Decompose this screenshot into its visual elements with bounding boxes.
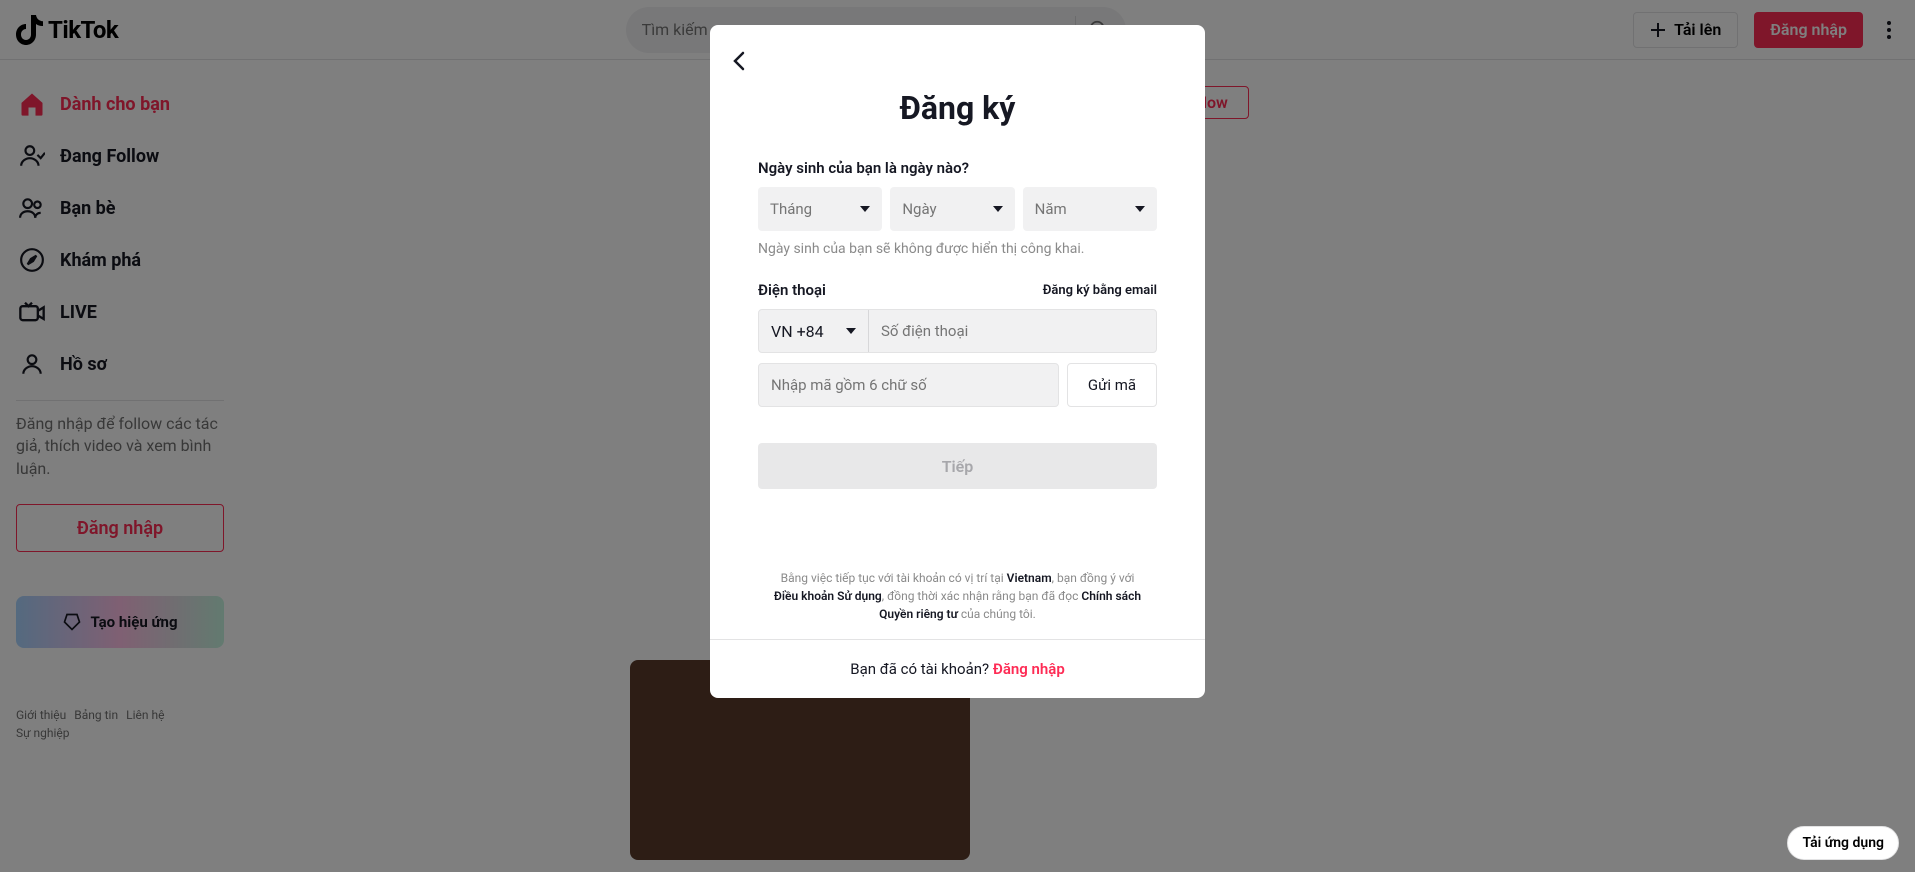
back-button[interactable]: [728, 49, 752, 73]
country-code-value: VN +84: [771, 322, 824, 341]
send-code-button[interactable]: Gửi mã: [1067, 363, 1157, 407]
chevron-left-icon: [728, 49, 752, 73]
dob-hint: Ngày sinh của bạn sẽ không được hiển thị…: [758, 241, 1157, 257]
modal-overlay[interactable]: Đăng ký Ngày sinh của bạn là ngày nào? T…: [0, 0, 1915, 872]
month-placeholder: Tháng: [770, 200, 812, 218]
signup-email-link[interactable]: Đăng ký bằng email: [1043, 283, 1157, 298]
footer-login-link[interactable]: Đăng nhập: [993, 660, 1065, 678]
next-button[interactable]: Tiếp: [758, 443, 1157, 489]
country-code-select[interactable]: VN +84: [759, 310, 869, 352]
modal-footer: Bạn đã có tài khoản? Đăng nhập: [710, 639, 1205, 698]
terms-link[interactable]: Điều khoản Sử dụng: [774, 589, 882, 603]
phone-input[interactable]: [869, 310, 1156, 352]
dob-question-label: Ngày sinh của bạn là ngày nào?: [758, 159, 1157, 177]
day-select[interactable]: Ngày: [890, 187, 1014, 231]
get-app-button[interactable]: Tải ứng dụng: [1787, 826, 1899, 860]
month-select[interactable]: Tháng: [758, 187, 882, 231]
footer-question: Bạn đã có tài khoản?: [850, 660, 993, 678]
legal-text: Bằng việc tiếp tục với tài khoản có vị t…: [758, 569, 1157, 623]
year-placeholder: Năm: [1035, 200, 1067, 218]
phone-label: Điện thoại: [758, 281, 826, 299]
caret-down-icon: [993, 206, 1003, 212]
day-placeholder: Ngày: [902, 200, 936, 218]
signup-modal: Đăng ký Ngày sinh của bạn là ngày nào? T…: [710, 25, 1205, 698]
year-select[interactable]: Năm: [1023, 187, 1157, 231]
caret-down-icon: [1135, 206, 1145, 212]
modal-title: Đăng ký: [758, 89, 1157, 127]
verification-code-input[interactable]: [758, 363, 1059, 407]
legal-country: Vietnam: [1007, 571, 1052, 585]
caret-down-icon: [860, 206, 870, 212]
caret-down-icon: [846, 328, 856, 334]
